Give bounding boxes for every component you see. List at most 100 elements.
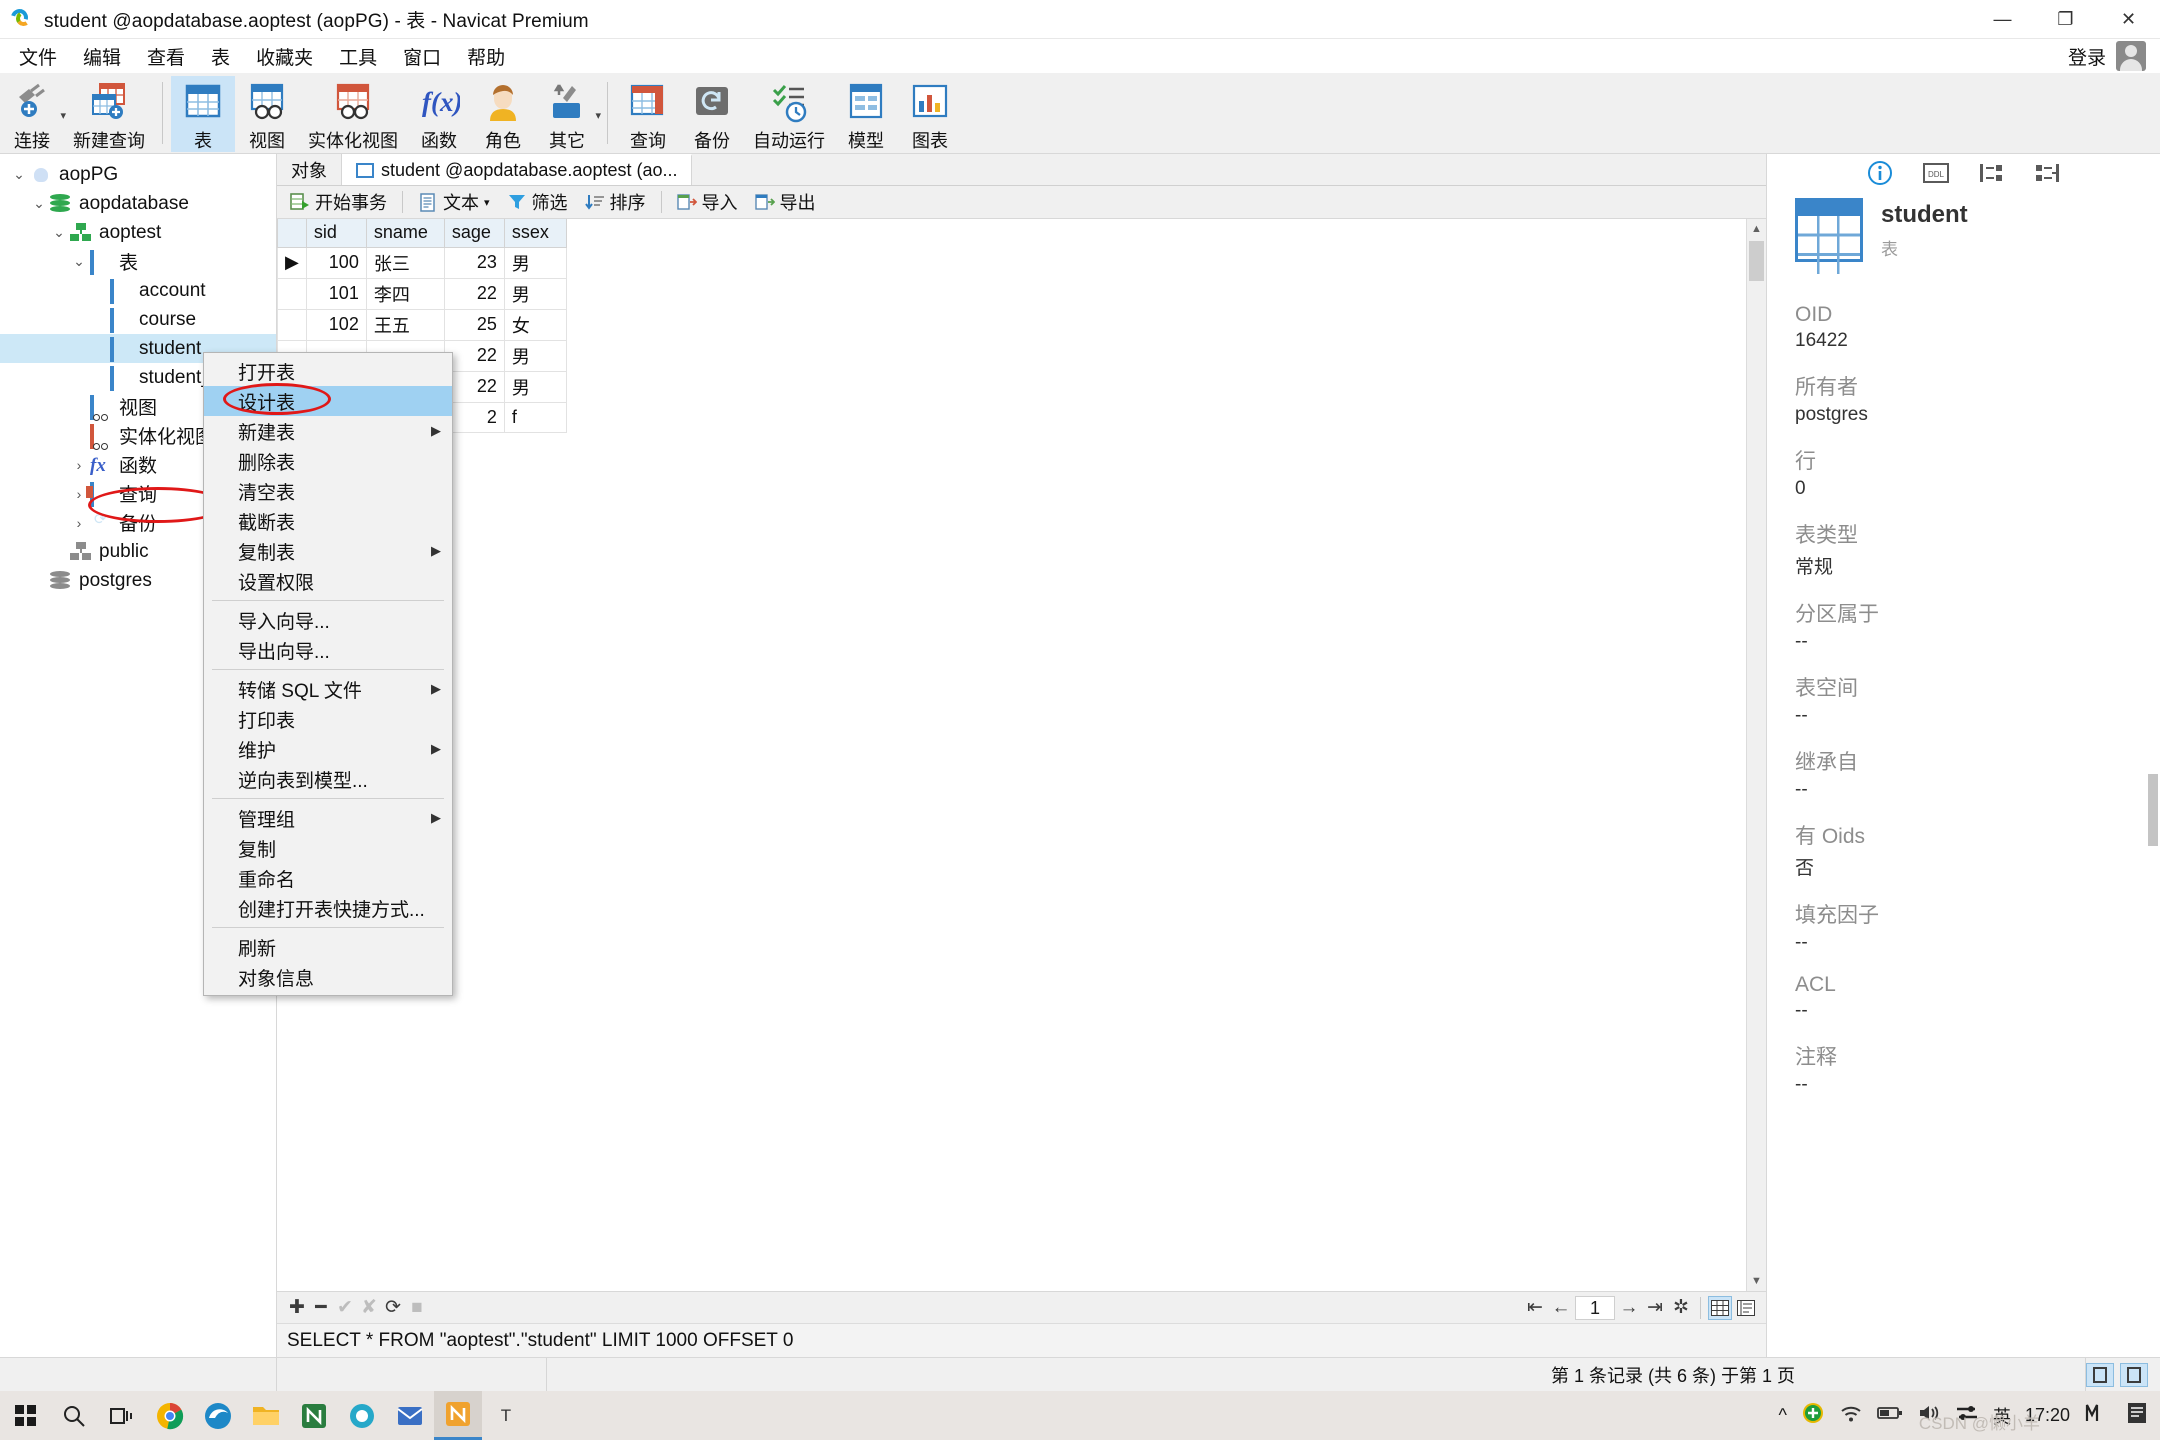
add-record-icon[interactable]: ✚ — [285, 1296, 309, 1320]
cell-ssex[interactable]: 男 — [503, 246, 567, 279]
chevron-down-icon-text[interactable]: ▾ — [484, 196, 490, 209]
cell-sage[interactable]: 23 — [443, 246, 505, 279]
first-page-icon[interactable]: ⇤ — [1523, 1296, 1547, 1320]
tab-objects[interactable]: 对象 — [277, 154, 342, 185]
cell-sname[interactable]: 王五 — [365, 308, 445, 341]
start-icon[interactable] — [0, 1391, 50, 1440]
grid-view-icon[interactable] — [1708, 1295, 1732, 1320]
tree-twisty[interactable]: › — [68, 515, 90, 531]
structure-icon[interactable] — [1977, 159, 2007, 187]
export-button[interactable]: 导出 — [748, 186, 823, 218]
menu-edit[interactable]: 编辑 — [70, 39, 134, 74]
row-marker[interactable] — [277, 308, 307, 341]
tray-note-icon[interactable] — [2124, 1401, 2150, 1430]
avatar[interactable] — [2116, 41, 2146, 71]
context-menu-item-设计表[interactable]: 设计表 — [204, 386, 452, 416]
tree-node-aopPG[interactable]: ⌄ aopPG — [0, 160, 276, 189]
scroll-up-arrow[interactable]: ▲ — [1747, 219, 1766, 239]
cell-sid[interactable]: 102 — [305, 308, 367, 341]
app-icon[interactable] — [338, 1391, 386, 1440]
tree-node-course[interactable]: course — [0, 305, 276, 334]
context-menu-item-维护[interactable]: 维护 ▶ — [204, 734, 452, 764]
cell-ssex[interactable]: 男 — [503, 277, 567, 310]
menu-help[interactable]: 帮助 — [454, 39, 518, 74]
context-menu-item-转储SQL文件[interactable]: 转储 SQL 文件 ▶ — [204, 674, 452, 704]
info-panel-scrollbar[interactable] — [2148, 774, 2158, 846]
context-menu-item-逆向表到模型[interactable]: 逆向表到模型... — [204, 764, 452, 794]
context-menu-item-复制[interactable]: 复制 — [204, 833, 452, 863]
relation-icon[interactable] — [2033, 159, 2063, 187]
shield-icon[interactable] — [1801, 1401, 1825, 1430]
login-link[interactable]: 登录 — [2068, 43, 2106, 70]
data-grid[interactable]: sid sname sage ssex ▶ 100 张三 23 男 101 李四 22 男 102 王五 2… — [277, 219, 1746, 1291]
toolbar-role[interactable]: 角色 — [471, 76, 535, 152]
settings-icon[interactable]: ✲ — [1669, 1296, 1693, 1320]
toolbar-table[interactable]: 表 — [171, 76, 235, 152]
form-view-icon[interactable] — [1734, 1296, 1758, 1320]
toolbar-backup[interactable]: 备份 — [680, 76, 744, 152]
context-menu-item-打开表[interactable]: 打开表 — [204, 356, 452, 386]
last-page-icon[interactable]: ⇥ — [1643, 1296, 1667, 1320]
menu-view[interactable]: 查看 — [134, 39, 198, 74]
cell-sage[interactable]: 25 — [443, 308, 505, 341]
begin-transaction-button[interactable]: 开始事务 — [283, 186, 394, 218]
context-menu-item-管理组[interactable]: 管理组 ▶ — [204, 803, 452, 833]
toolbar-query[interactable]: 查询 — [616, 76, 680, 152]
toolbar-other[interactable]: 其它 ▾ — [535, 76, 601, 152]
cell-sage[interactable]: 22 — [443, 277, 505, 310]
tree-node-account[interactable]: account — [0, 276, 276, 305]
column-header-ssex[interactable]: ssex — [503, 219, 567, 248]
menu-table[interactable]: 表 — [198, 39, 243, 74]
table-row[interactable]: 102 王五 25 女 — [277, 308, 567, 341]
context-menu-item-打印表[interactable]: 打印表 — [204, 704, 452, 734]
row-marker[interactable]: ▶ — [277, 246, 307, 279]
table-row[interactable]: ▶ 100 张三 23 男 — [277, 246, 567, 279]
ddl-icon[interactable]: DDL — [1921, 159, 1951, 187]
cell-sname[interactable]: 张三 — [365, 246, 445, 279]
tree-node-aoptest[interactable]: ⌄ aoptest — [0, 218, 276, 247]
prev-page-icon[interactable]: ← — [1549, 1296, 1573, 1320]
cell-sid[interactable]: 100 — [305, 246, 367, 279]
table-row[interactable]: 101 李四 22 男 — [277, 277, 567, 310]
page-number-input[interactable]: 1 — [1575, 1295, 1615, 1320]
tray-chevron-icon[interactable]: ^ — [1779, 1405, 1787, 1426]
toolbar-materialized-view[interactable]: 实体化视图 — [299, 76, 407, 152]
menu-file[interactable]: 文件 — [6, 39, 70, 74]
tree-twisty[interactable]: ⌄ — [48, 224, 70, 241]
row-marker[interactable] — [277, 277, 307, 310]
cell-sname[interactable]: 李四 — [365, 277, 445, 310]
context-menu-item-删除表[interactable]: 删除表 — [204, 446, 452, 476]
tree-twisty[interactable]: ⌄ — [8, 166, 30, 183]
cell-sage[interactable]: 2 — [443, 401, 505, 433]
context-menu-item-复制表[interactable]: 复制表 ▶ — [204, 536, 452, 566]
cell-ssex[interactable]: 男 — [503, 370, 567, 403]
filter-button[interactable]: 筛选 — [500, 186, 575, 218]
next-page-icon[interactable]: → — [1617, 1296, 1641, 1320]
context-menu-item-重命名[interactable]: 重命名 — [204, 863, 452, 893]
cell-ssex[interactable]: 男 — [503, 339, 567, 372]
toolbar-view[interactable]: 视图 — [235, 76, 299, 152]
context-menu-item-创建打开表快捷方式[interactable]: 创建打开表快捷方式... — [204, 893, 452, 923]
toolbar-connect[interactable]: 连接 ▾ — [0, 76, 66, 152]
cell-sage[interactable]: 22 — [443, 370, 505, 403]
text-button[interactable]: 文本 ▾ — [411, 186, 497, 218]
grid-vertical-scrollbar[interactable]: ▲ ▼ — [1746, 219, 1766, 1291]
menu-window[interactable]: 窗口 — [390, 39, 454, 74]
toolbar-chart[interactable]: 图表 — [898, 76, 962, 152]
scroll-down-arrow[interactable]: ▼ — [1747, 1271, 1766, 1291]
table-context-menu[interactable]: 打开表 设计表 新建表 ▶ 删除表 清空表 截断表 复制表 ▶ 设置权限 导入向导... 导出向导..… — [203, 352, 453, 996]
context-menu-item-设置权限[interactable]: 设置权限 — [204, 566, 452, 596]
cell-ssex[interactable]: f — [503, 401, 567, 433]
context-menu-item-新建表[interactable]: 新建表 ▶ — [204, 416, 452, 446]
import-button[interactable]: 导入 — [670, 186, 745, 218]
file-explorer-icon[interactable] — [242, 1391, 290, 1440]
delete-record-icon[interactable]: ━ — [309, 1296, 333, 1320]
refresh-icon[interactable]: ⟳ — [381, 1296, 405, 1320]
menu-favorites[interactable]: 收藏夹 — [243, 39, 326, 74]
confirm-icon[interactable]: ✔ — [333, 1296, 357, 1320]
chrome-icon[interactable] — [146, 1391, 194, 1440]
navicat-active-icon[interactable] — [434, 1391, 482, 1440]
maximize-button[interactable]: ❐ — [2034, 0, 2097, 38]
toggle-left-panel-button[interactable] — [2086, 1362, 2114, 1387]
minimize-button[interactable]: — — [1971, 0, 2034, 38]
